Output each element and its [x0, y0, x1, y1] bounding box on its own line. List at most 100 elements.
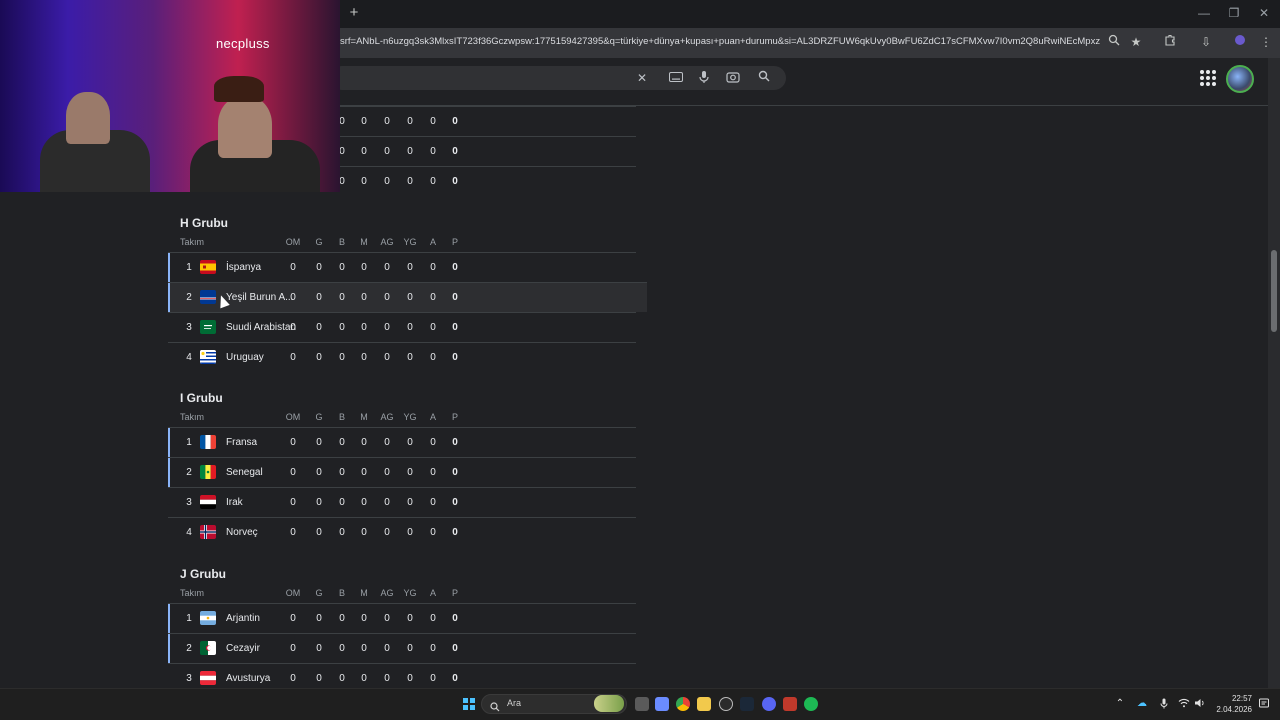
notifications-icon[interactable]: [1258, 698, 1270, 710]
wifi-icon[interactable]: [1178, 698, 1190, 710]
column-header-yg: YG: [403, 237, 417, 247]
stat-cell-m: 0: [361, 262, 367, 273]
new-tab-button[interactable]: +: [346, 5, 362, 21]
profile-icon[interactable]: [1232, 34, 1248, 50]
stat-cell-yg: 0: [407, 673, 413, 684]
senegal-flag-icon: [200, 465, 216, 479]
steam-icon[interactable]: [740, 697, 754, 711]
keyboard-icon[interactable]: [668, 70, 684, 86]
spain-flag-icon: [200, 260, 216, 274]
volume-icon[interactable]: [1194, 698, 1206, 710]
copilot-icon[interactable]: [655, 697, 669, 711]
microphone-tray-icon[interactable]: [1158, 698, 1170, 710]
stream-logo: necpluss: [216, 36, 270, 51]
stat-cell-p: 0: [452, 146, 458, 157]
more-vert-icon[interactable]: ⋮: [1258, 34, 1274, 50]
team-row[interactable]: 3 Irak 0 0 0 0 0 0 0 0: [168, 487, 636, 517]
team-position: 4: [186, 527, 192, 538]
stat-cell-yg: 0: [407, 116, 413, 127]
windows-start-icon[interactable]: [463, 698, 475, 710]
tray-chevron-icon[interactable]: ⌃: [1114, 698, 1126, 710]
stat-cell-b: 0: [339, 322, 345, 333]
file-explorer-icon[interactable]: [697, 697, 711, 711]
stat-cell-g: 0: [316, 322, 322, 333]
stat-cell-p: 0: [452, 116, 458, 127]
team-name[interactable]: Senegal: [226, 467, 263, 478]
iraq-flag-icon: [200, 495, 216, 509]
team-name[interactable]: Irak: [226, 497, 243, 508]
team-row[interactable]: 1 Arjantin 0 0 0 0 0 0 0 0: [168, 603, 636, 633]
stat-cell-om: 0: [290, 467, 296, 478]
team-row[interactable]: 4 Norveç 0 0 0 0 0 0 0 0: [168, 517, 636, 547]
stat-cell-yg: 0: [407, 467, 413, 478]
maximize-button[interactable]: ❐: [1226, 6, 1242, 20]
scrollbar-thumb[interactable]: [1271, 250, 1277, 332]
team-row[interactable]: 4 Uruguay 0 0 0 0 0 0 0 0: [168, 342, 636, 372]
stat-cell-om: 0: [290, 643, 296, 654]
stat-cell-p: 0: [452, 292, 458, 303]
team-name[interactable]: Norveç: [226, 527, 258, 538]
microphone-icon[interactable]: [696, 70, 712, 86]
task-view-icon[interactable]: [635, 697, 649, 711]
chrome-icon[interactable]: [676, 697, 690, 711]
team-position: 1: [186, 613, 192, 624]
bookmark-star-icon[interactable]: ★: [1128, 34, 1144, 50]
extensions-icon[interactable]: [1162, 34, 1178, 50]
team-row[interactable]: 3 Suudi Arabistan 0 0 0 0 0 0 0 0: [168, 312, 636, 342]
close-icon[interactable]: ✕: [634, 70, 650, 86]
address-bar[interactable]: srf=ANbL-n6uzgq3sk3MlxsIT723f36Gczwpsw:1…: [340, 36, 1100, 47]
stat-cell-om: 0: [290, 437, 296, 448]
zoom-icon[interactable]: [1106, 34, 1122, 50]
spotify-icon[interactable]: [804, 697, 818, 711]
stat-cell-yg: 0: [407, 527, 413, 538]
team-row[interactable]: 2 Cezayir 0 0 0 0 0 0 0 0: [168, 633, 636, 663]
search-input[interactable]: [330, 66, 786, 90]
team-name[interactable]: İspanya: [226, 262, 261, 273]
stat-cell-om: 0: [290, 292, 296, 303]
team-row[interactable]: 1 İspanya 0 0 0 0 0 0 0 0: [168, 252, 636, 282]
stat-cell-ag: 0: [384, 146, 390, 157]
onedrive-icon[interactable]: ☁: [1136, 698, 1148, 710]
team-name[interactable]: Fransa: [226, 437, 257, 448]
app-icon[interactable]: [783, 697, 797, 711]
stat-cell-b: 0: [339, 497, 345, 508]
team-position: 1: [186, 437, 192, 448]
obs-icon[interactable]: [719, 697, 733, 711]
search-icon[interactable]: [756, 70, 772, 86]
stat-cell-a: 0: [430, 176, 436, 187]
stat-cell-a: 0: [430, 116, 436, 127]
minimize-button[interactable]: —: [1196, 6, 1212, 20]
team-row[interactable]: 2 Senegal 0 0 0 0 0 0 0 0: [168, 457, 636, 487]
stat-cell-a: 0: [430, 643, 436, 654]
stat-cell-om: 0: [290, 322, 296, 333]
column-header-m: M: [360, 237, 368, 247]
stat-cell-yg: 0: [407, 437, 413, 448]
close-window-button[interactable]: ✕: [1256, 6, 1272, 20]
team-row[interactable]: 2 Yeşil Burun A... 0 0 0 0 0 0 0 0: [168, 282, 647, 312]
stat-cell-b: 0: [339, 262, 345, 273]
webcam-overlay: necpluss: [0, 0, 340, 192]
stat-cell-yg: 0: [407, 146, 413, 157]
stat-cell-m: 0: [361, 176, 367, 187]
stat-cell-g: 0: [316, 292, 322, 303]
stat-cell-p: 0: [452, 527, 458, 538]
stat-cell-om: 0: [290, 497, 296, 508]
system-clock[interactable]: 22:57 2.04.2026: [1210, 693, 1252, 715]
camera-search-icon[interactable]: [725, 70, 741, 86]
team-name[interactable]: Arjantin: [226, 613, 260, 624]
table-header: Takım OM G B M AG YG A P: [180, 588, 636, 602]
downloads-icon[interactable]: ⇩: [1198, 34, 1214, 50]
avatar[interactable]: [1226, 65, 1254, 93]
stat-cell-m: 0: [361, 352, 367, 363]
stat-cell-p: 0: [452, 262, 458, 273]
scrollbar-track[interactable]: [1268, 58, 1280, 688]
team-name[interactable]: Avusturya: [226, 673, 270, 684]
google-apps-icon[interactable]: [1200, 70, 1216, 86]
team-name[interactable]: Cezayir: [226, 643, 260, 654]
discord-icon[interactable]: [762, 697, 776, 711]
stat-cell-ag: 0: [384, 352, 390, 363]
team-row[interactable]: 1 Fransa 0 0 0 0 0 0 0 0: [168, 427, 636, 457]
stat-cell-a: 0: [430, 497, 436, 508]
team-position: 2: [186, 643, 192, 654]
team-name[interactable]: Uruguay: [226, 352, 264, 363]
